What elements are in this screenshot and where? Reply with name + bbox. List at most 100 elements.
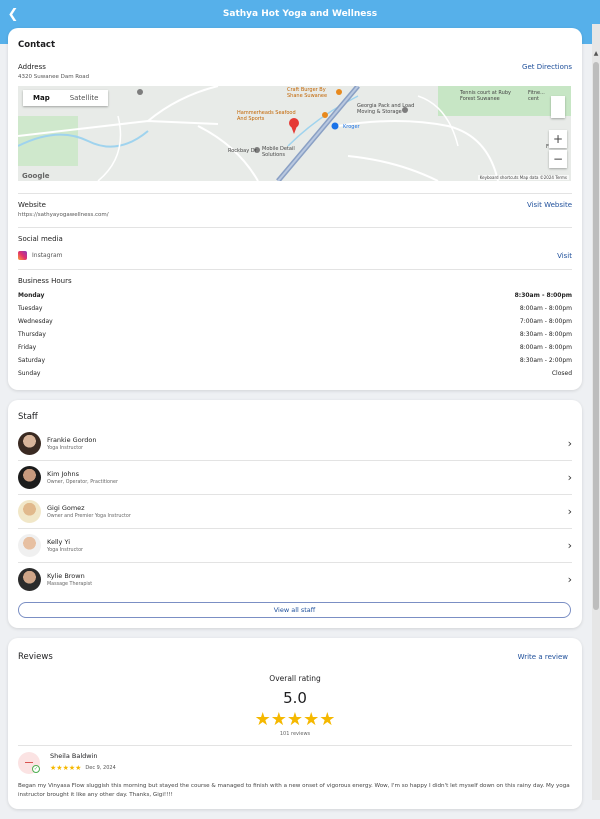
review-count: 101 reviews (279, 731, 311, 737)
map-label-tennis-court: Tennis court at Ruby Forest Suwanee (460, 90, 511, 102)
social-media-label: Social media (18, 235, 63, 243)
hours-time: 8:00am - 8:00pm (519, 344, 572, 351)
map-tab-satellite[interactable]: Satellite (60, 90, 109, 106)
chevron-right-icon: › (567, 505, 572, 518)
staff-name: Kim Johns (47, 470, 79, 478)
star-icon: ★ (75, 764, 82, 772)
hours-row: Monday 8:30am - 8:00pm (18, 289, 572, 302)
avatar: ✓ (18, 752, 40, 774)
hours-time: Closed (551, 370, 572, 377)
star-icon: ★ (254, 709, 271, 730)
instagram-label: Instagram (32, 252, 63, 259)
staff-title: Staff (18, 412, 38, 422)
page-content: Contact Address Get Directions 4320 Suwa… (8, 28, 582, 819)
hours-row: Tuesday 8:00am - 8:00pm (18, 302, 572, 315)
staff-role: Yoga Instructor (47, 446, 84, 451)
website-value: https://sathyayogawellness.com/ (18, 212, 109, 218)
website-label: Website (18, 201, 46, 209)
staff-name: Kelly Yi (47, 538, 71, 546)
avatar (18, 432, 41, 455)
hours-row: Saturday 8:30am - 2:00pm (18, 354, 572, 367)
staff-name: Kylie Brown (47, 572, 85, 580)
instagram-row: Instagram (18, 251, 63, 260)
staff-name: Gigi Gomez (47, 504, 85, 512)
map-tab-map[interactable]: Map (23, 90, 60, 106)
map-type-tabs: Map Satellite (23, 90, 109, 106)
star-icon: ★ (303, 709, 320, 730)
hours-day: Thursday (18, 331, 46, 338)
map-label-rockbay: Rockbay Dr (228, 148, 257, 154)
pegman-icon[interactable] (551, 96, 565, 118)
star-icon: ★ (286, 709, 304, 730)
map-footer[interactable]: Keyboard shortcuts Map data ©2024 Terms (477, 175, 569, 180)
hours-row: Sunday Closed (18, 367, 572, 380)
staff-role: Yoga Instructor (47, 548, 84, 553)
map-label-hammerheads: Hammerheads Seafood And Sports (237, 110, 296, 122)
review-item: ✓ Sheila Baldwin ★ ★ ★ ★ ★ Dec 9, 2024 (18, 752, 572, 774)
business-hours-label: Business Hours (18, 277, 72, 285)
map-label-fitness: Fitne... cent (528, 90, 545, 102)
hours-time: 8:00am - 8:00pm (519, 305, 572, 312)
hours-day: Friday (18, 344, 37, 351)
location-map[interactable]: Craft Burger By Shane Suwanee Hammerhead… (18, 86, 571, 181)
scrollbar-thumb[interactable] (593, 62, 599, 610)
avatar (18, 568, 41, 591)
reviewer-name: Sheila Baldwin (50, 752, 98, 760)
chevron-right-icon: › (567, 437, 572, 450)
avatar (18, 534, 41, 557)
map-label-kroger: Kroger (343, 124, 360, 130)
scrollbar[interactable]: ▲ (592, 24, 600, 800)
page-title: Sathya Hot Yoga and Wellness (222, 9, 378, 19)
map-label-mobile-detail: Mobile Detail Solutions (262, 146, 295, 158)
write-review-link[interactable]: Write a review (518, 653, 568, 661)
review-meta: ★ ★ ★ ★ ★ Dec 9, 2024 (50, 764, 116, 772)
avatar (18, 500, 41, 523)
hours-day: Saturday (18, 357, 46, 364)
map-label-craft-burger: Craft Burger By Shane Suwanee (287, 87, 328, 99)
hours-time: 7:00am - 8:00pm (519, 318, 572, 325)
staff-name: Frankie Gordon (47, 436, 97, 444)
hours-list: Monday 8:30am - 8:00pm Tuesday 8:00am - 8:… (18, 289, 572, 380)
scroll-up-icon[interactable]: ▲ (592, 50, 600, 58)
chevron-right-icon: › (567, 471, 572, 484)
verified-check-icon: ✓ (32, 765, 40, 773)
hours-time: 8:30am - 8:00pm (514, 292, 572, 299)
staff-role: Owner, Operator, Practitioner (47, 480, 118, 485)
hours-time: 8:30am - 8:00pm (519, 331, 572, 338)
address-label: Address (18, 63, 46, 71)
chevron-right-icon: › (567, 573, 572, 586)
review-text: Began my Vinyasa Flow sluggish this morn… (18, 783, 570, 798)
reviews-title: Reviews (18, 652, 53, 662)
get-directions-link[interactable]: Get Directions (522, 63, 572, 71)
overall-rating-value: 5.0 (283, 689, 307, 707)
review-date: Dec 9, 2024 (85, 765, 116, 771)
address-value: 4320 Suwanee Dam Road (18, 74, 90, 80)
staff-list-item[interactable]: Kylie Brown Massage Therapist › (18, 563, 572, 596)
instagram-icon (18, 251, 27, 260)
staff-list-item[interactable]: Kim Johns Owner, Operator, Practitioner › (18, 461, 572, 495)
map-label-georgia-pack: Georgia Pack and Load Moving & Storage (357, 103, 415, 115)
hours-day: Monday (18, 292, 45, 299)
contact-card: Contact Address Get Directions 4320 Suwa… (8, 28, 582, 390)
star-icon: ★ (270, 709, 287, 730)
overall-rating-block: Overall rating 5.0 ★★★★★ 101 reviews (18, 674, 572, 737)
visit-website-link[interactable]: Visit Website (527, 201, 572, 209)
staff-list-item[interactable]: Frankie Gordon Yoga Instructor › (18, 427, 572, 461)
zoom-in-button[interactable]: + (549, 130, 567, 148)
staff-list-item[interactable]: Gigi Gomez Owner and Premier Yoga Instruc… (18, 495, 572, 529)
staff-role: Massage Therapist (47, 582, 93, 587)
hours-row: Wednesday 7:00am - 8:00pm (18, 315, 572, 328)
avatar (18, 466, 41, 489)
star-icon: ★ (319, 709, 336, 730)
overall-rating-label: Overall rating (269, 674, 321, 683)
view-all-staff-button[interactable]: View all staff (18, 602, 571, 618)
visit-instagram-link[interactable]: Visit (557, 252, 572, 260)
zoom-out-button[interactable]: − (549, 150, 567, 168)
staff-card: Staff Frankie Gordon Yoga Instructor › Ki… (8, 400, 582, 628)
back-chevron-icon[interactable]: ❮ (4, 6, 22, 24)
staff-list-item[interactable]: Kelly Yi Yoga Instructor › (18, 529, 572, 563)
hours-row: Thursday 8:30am - 8:00pm (18, 328, 572, 341)
hours-day: Wednesday (18, 318, 53, 325)
reviews-card: Reviews Write a review Overall rating 5.… (8, 638, 582, 809)
contact-title: Contact (18, 40, 56, 50)
